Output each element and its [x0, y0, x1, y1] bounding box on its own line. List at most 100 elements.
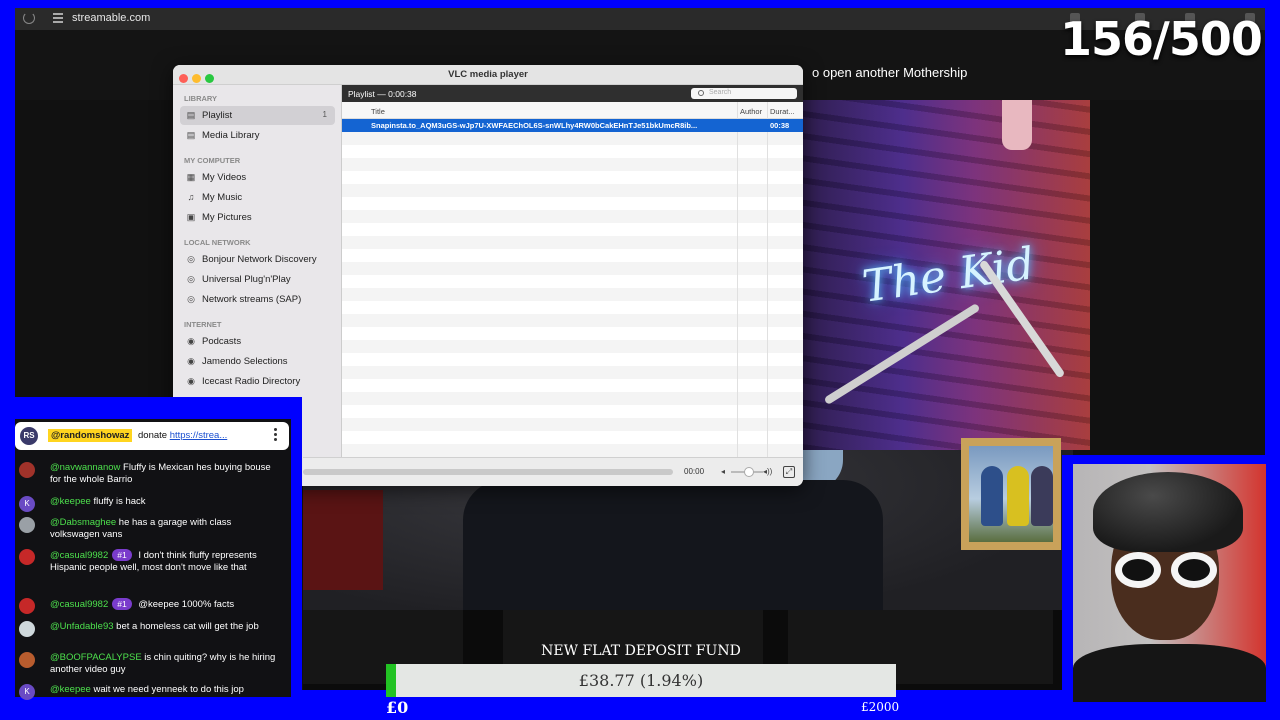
- pinned-message[interactable]: RS @randomshowaz donate https://strea...: [15, 422, 289, 450]
- chat-username[interactable]: @casual9982: [50, 599, 108, 610]
- rank-badge: #1: [112, 549, 132, 561]
- chat-username[interactable]: @BOOFPACALYPSE: [50, 652, 142, 663]
- playlist-row-selected[interactable]: Snapinsta.to_AQM3uGS-wJp7U-XWFAEChOL6S-s…: [342, 119, 803, 132]
- bonnet: [1093, 472, 1243, 552]
- photo-child: [1031, 466, 1053, 526]
- photo-child: [1007, 466, 1029, 526]
- playlist-title: Playlist — 0:00:38: [348, 89, 417, 99]
- podcast-icon: ◉: [187, 356, 195, 366]
- column-title[interactable]: Title: [371, 107, 385, 116]
- sidebar-item-label: My Music: [202, 192, 243, 203]
- sidebar-item-label: Podcasts: [202, 336, 242, 347]
- red-chair: [303, 490, 383, 590]
- elapsed-time: 00:00: [684, 467, 705, 476]
- chat-overlay: RS @randomshowaz donate https://strea...…: [0, 397, 302, 700]
- sidebar-section-library: LIBRARY: [184, 94, 218, 103]
- chat-username[interactable]: @keepee: [50, 496, 91, 507]
- chat-text: wait we need yenneek to do this jop: [90, 684, 244, 695]
- search-placeholder: Search: [709, 89, 732, 96]
- sidebar-item-bonjour[interactable]: ◎ Bonjour Network Discovery: [180, 250, 335, 269]
- sidebar-item-jamendo[interactable]: ◉ Jamendo Selections: [180, 352, 335, 371]
- fund-min-label: £0: [386, 698, 409, 717]
- chat-text: fluffy is hack: [90, 496, 146, 507]
- more-options-icon[interactable]: [274, 428, 277, 443]
- lens: [1171, 552, 1217, 588]
- reload-icon[interactable]: [23, 12, 35, 24]
- webcam-overlay: [1062, 455, 1270, 705]
- sidebar-item-sap[interactable]: ◎ Network streams (SAP): [180, 290, 335, 309]
- chat-text: bet a homeless cat will get the job: [113, 621, 259, 632]
- search-icon: [698, 90, 704, 96]
- chat-username[interactable]: @navwannanow: [50, 462, 120, 473]
- pictures-icon: ▣: [186, 212, 196, 222]
- chat-username[interactable]: @casual9982: [50, 550, 108, 561]
- site-settings-icon[interactable]: [53, 13, 63, 23]
- window-title: VLC media player: [448, 69, 528, 80]
- row-title: Snapinsta.to_AQM3uGS-wJp7U-XWFAEChOL6S-s…: [371, 121, 698, 130]
- column-duration[interactable]: Durat...: [770, 107, 795, 116]
- row-duration: 00:38: [770, 121, 790, 130]
- playlist-search-input[interactable]: Search: [691, 88, 797, 99]
- playlist-header: Playlist — 0:00:38 Search: [342, 85, 803, 102]
- chat-username[interactable]: @Dabsmaghee: [50, 517, 116, 528]
- sidebar-item-icecast[interactable]: ◉ Icecast Radio Directory: [180, 372, 335, 391]
- chat-text: @keepee 1000% facts: [135, 599, 235, 610]
- column-author[interactable]: Author: [740, 107, 762, 116]
- playlist-count: 1: [322, 110, 327, 119]
- avatar: [19, 549, 35, 565]
- music-icon: ♫: [187, 192, 195, 202]
- column-divider: [737, 102, 738, 457]
- sidebar-section-local-network: LOCAL NETWORK: [184, 238, 251, 247]
- playback-controls: 00:00 ◂ ◂)) ⤢: [303, 457, 803, 486]
- seek-slider[interactable]: [303, 469, 673, 475]
- sidebar-item-playlist[interactable]: ▤ Playlist 1: [180, 106, 335, 125]
- vlc-titlebar[interactable]: VLC media player: [173, 65, 803, 85]
- network-icon: ◎: [187, 294, 195, 304]
- lamp-shape: [1002, 100, 1032, 150]
- fund-max-label: £2000: [861, 700, 900, 714]
- avatar: RS: [20, 427, 38, 445]
- hoodie: [1073, 644, 1266, 702]
- fund-title: NEW FLAT DEPOSIT FUND: [541, 643, 741, 659]
- volume-high-icon[interactable]: ◂)): [763, 467, 772, 476]
- sidebar-item-upnp[interactable]: ◎ Universal Plug'n'Play: [180, 270, 335, 289]
- avatar: K: [19, 496, 35, 512]
- sidebar-item-label: Playlist: [202, 110, 233, 121]
- pinned-link[interactable]: https://strea...: [170, 430, 228, 441]
- sidebar-item-label: Network streams (SAP): [202, 294, 302, 305]
- avatar: [19, 598, 35, 614]
- counter-text: 156/500: [1060, 12, 1263, 66]
- webcam-feed: [1073, 464, 1266, 702]
- playlist-column-headers: Title Author Durat...: [342, 102, 803, 119]
- sidebar-section-internet: INTERNET: [184, 320, 222, 329]
- sidebar-item-podcasts[interactable]: ◉ Podcasts: [180, 332, 335, 351]
- chat-username[interactable]: @keepee: [50, 684, 91, 695]
- video-icon: ▦: [186, 172, 196, 182]
- chat-username[interactable]: @Unfadable93: [50, 621, 114, 632]
- sidebar-item-media-library[interactable]: ▤ Media Library: [180, 126, 335, 145]
- pinned-text: donate https://strea...: [138, 430, 227, 441]
- sidebar-section-my-computer: MY COMPUTER: [184, 156, 241, 165]
- sidebar-item-my-videos[interactable]: ▦ My Videos: [180, 168, 335, 187]
- fund-amount: £38.77 (1.94%): [578, 671, 704, 690]
- volume-knob[interactable]: [744, 467, 754, 477]
- lens: [1115, 552, 1161, 588]
- sidebar-item-my-music[interactable]: ♫ My Music: [180, 188, 335, 207]
- playlist-panel: Playlist — 0:00:38 Search Title Author D…: [341, 85, 803, 457]
- sidebar-item-label: Icecast Radio Directory: [202, 376, 301, 387]
- volume-low-icon[interactable]: ◂: [721, 467, 725, 476]
- sidebar-item-label: Universal Plug'n'Play: [202, 274, 291, 285]
- sidebar-item-my-pictures[interactable]: ▣ My Pictures: [180, 208, 335, 227]
- pinned-username[interactable]: @randomshowaz: [48, 429, 133, 442]
- network-icon: ◎: [187, 274, 195, 284]
- avatar: K: [19, 684, 35, 700]
- sidebar-item-label: My Videos: [202, 172, 247, 183]
- avatar: [19, 621, 35, 637]
- avatar: [19, 462, 35, 478]
- fullscreen-icon[interactable]: ⤢: [783, 466, 795, 478]
- pinned-message-text: donate: [138, 430, 170, 441]
- address-bar-url[interactable]: streamable.com: [72, 12, 150, 24]
- sidebar-item-label: My Pictures: [202, 212, 252, 223]
- podcast-icon: ◉: [187, 336, 195, 346]
- playlist-rows: [342, 119, 803, 457]
